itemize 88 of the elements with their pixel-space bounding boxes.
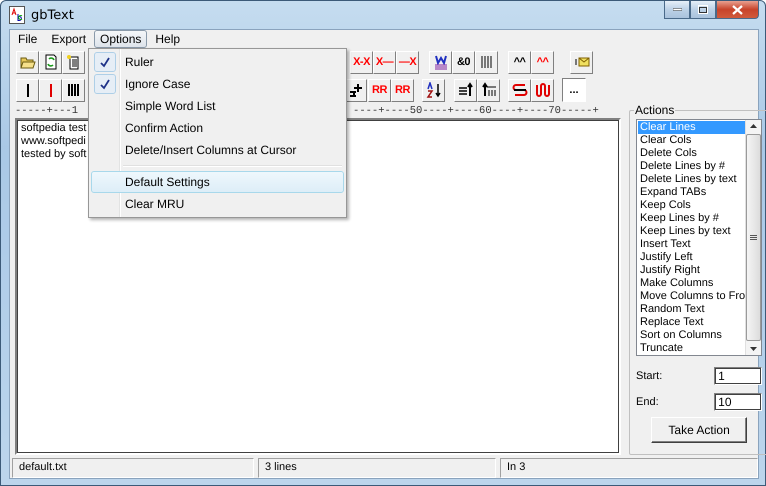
list-item[interactable]: Insert Text — [638, 238, 746, 251]
list-item[interactable]: Keep Lines by # — [638, 212, 746, 225]
check-icon — [100, 56, 110, 68]
close-icon — [732, 4, 743, 14]
toolbar-button[interactable] — [62, 50, 85, 74]
window-title: gbText — [31, 8, 74, 22]
list-item[interactable]: Truncate — [638, 342, 746, 355]
toolbar-button[interactable] — [422, 78, 445, 102]
status-pane: In 3 — [500, 458, 758, 478]
list-item[interactable]: Expand TABs — [638, 186, 746, 199]
toolbar-button[interactable]: ^^ — [531, 50, 554, 74]
text-lines-icon — [478, 54, 494, 70]
group-title: Actions — [634, 103, 676, 117]
list-item[interactable]: Delete Cols — [638, 147, 746, 160]
toolbar-button[interactable]: &0 — [452, 50, 475, 74]
list-item[interactable]: Clear Cols — [638, 134, 746, 147]
start-field[interactable]: 1 — [714, 367, 762, 385]
menu-item[interactable]: File — [12, 30, 44, 48]
toolbar-button[interactable] — [16, 50, 39, 74]
underlined-letter-icon — [432, 54, 448, 70]
s-curve-icon — [512, 82, 528, 98]
scrollbar[interactable] — [745, 120, 762, 355]
list-item[interactable]: Delete Lines by text — [638, 173, 746, 186]
status-pane: 3 lines — [258, 458, 496, 478]
maximize-icon — [698, 5, 708, 14]
toolbar-button[interactable]: X-X — [350, 50, 373, 74]
scroll-down-icon[interactable] — [750, 347, 758, 351]
toolbar-button[interactable] — [62, 78, 85, 102]
field-label: Start: — [636, 370, 662, 382]
list-item[interactable]: Move Columns to Fro — [638, 290, 746, 303]
end-field[interactable]: 10 — [714, 393, 762, 411]
list-item[interactable]: Replace Text — [638, 316, 746, 329]
maximize-button[interactable] — [690, 1, 716, 19]
toolbar-button[interactable]: RR — [368, 78, 391, 102]
editor-line: softpedia test — [21, 122, 86, 135]
toolbar-button[interactable]: —X — [396, 50, 419, 74]
minimize-icon — [672, 8, 682, 11]
list-item[interactable]: Sort on Columns — [638, 329, 746, 342]
menu-option[interactable]: Simple Word List — [91, 95, 344, 117]
minimize-button[interactable] — [664, 1, 690, 19]
list-item[interactable]: Justify Right — [638, 264, 746, 277]
menu-item[interactable]: Help — [149, 30, 186, 48]
toolbar-button[interactable] — [454, 78, 477, 102]
grip-icon — [750, 235, 758, 240]
ruler: ----+----50----+----60----+----70-----+ — [353, 105, 599, 117]
app-icon — [9, 6, 25, 24]
status-pane: default.txt — [12, 458, 254, 478]
editor-line: tested by soft — [21, 148, 86, 161]
check-icon — [100, 78, 110, 90]
close-button[interactable] — [716, 1, 759, 19]
list-item[interactable]: Keep Lines by text — [638, 225, 746, 238]
refresh-document-icon — [42, 54, 58, 70]
list-item[interactable]: Keep Cols — [638, 199, 746, 212]
up-arrow-lines-icon — [480, 82, 496, 98]
toolbar-button[interactable]: ^^ — [508, 50, 531, 74]
toolbar-button[interactable] — [16, 78, 39, 102]
list-item[interactable]: Random Text — [638, 303, 746, 316]
menu-option[interactable]: Ruler — [91, 51, 344, 73]
menu-option[interactable]: Clear MRU — [91, 193, 344, 215]
scroll-up-icon[interactable] — [750, 124, 758, 128]
menu-option[interactable]: Default Settings — [91, 171, 344, 193]
ruler: -----+---1 — [15, 105, 78, 117]
menu-option[interactable]: Ignore Case — [91, 73, 344, 95]
menu-option[interactable]: Delete/Insert Columns at Cursor — [91, 139, 344, 161]
take-action-button[interactable]: Take Action — [651, 417, 748, 443]
editor-line: www.softpedi — [21, 135, 86, 148]
menu-option[interactable]: Confirm Action — [91, 117, 344, 139]
field-label: End: — [636, 396, 659, 408]
toolbar-button[interactable] — [477, 78, 500, 102]
list-item[interactable]: Make Columns — [638, 277, 746, 290]
toolbar-button[interactable] — [429, 50, 452, 74]
bars-icon — [66, 82, 82, 98]
actions-list[interactable] — [636, 119, 762, 356]
new-document-icon — [66, 54, 82, 70]
toolbar-button[interactable] — [508, 78, 531, 102]
menu-item[interactable]: Export — [45, 30, 92, 48]
toolbar-button[interactable]: X— — [373, 50, 396, 74]
insert-plus-icon — [348, 83, 362, 97]
toolbar-button[interactable]: RR — [391, 78, 414, 102]
wave-icon — [534, 82, 550, 98]
toolbar-button[interactable] — [39, 50, 62, 74]
toolbar-button[interactable] — [475, 50, 498, 74]
menu-item[interactable]: Options — [94, 30, 148, 48]
more-button[interactable]: ... — [562, 78, 586, 102]
list-item[interactable]: Justify Left — [638, 251, 746, 264]
list-item[interactable]: Delete Lines by # — [638, 160, 746, 173]
lines-up-arrow-icon — [458, 82, 474, 98]
sort-az-icon — [426, 82, 442, 98]
